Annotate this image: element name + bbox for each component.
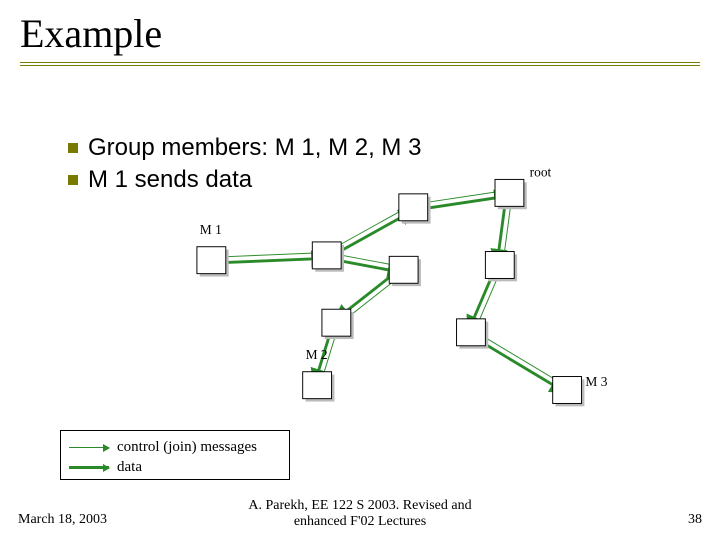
title-rule <box>20 65 700 66</box>
node-label-m3: M 3 <box>585 374 607 389</box>
slide: { "title": "Example", "bullets": [ "Grou… <box>0 0 720 540</box>
bullet-item: Group members: M 1, M 2, M 3 <box>88 134 421 166</box>
arrow-thin-icon <box>69 447 109 448</box>
node-label-root: root <box>530 165 552 180</box>
node-label-m2: M 2 <box>306 347 328 362</box>
title-rule <box>20 62 700 63</box>
legend-row-data: data <box>69 457 281 477</box>
arrow-thick-icon <box>69 466 109 469</box>
legend-label: control (join) messages <box>117 439 257 456</box>
page-number: 38 <box>688 512 702 528</box>
network-diagram: root M 1 M 2 M 3 <box>120 165 620 415</box>
legend-label: data <box>117 459 142 476</box>
legend-row-control: control (join) messages <box>69 437 281 457</box>
slide-title: Example <box>20 10 162 57</box>
legend: control (join) messages data <box>60 430 290 480</box>
node-label-m1: M 1 <box>200 222 222 237</box>
footer-center: A. Parekh, EE 122 S 2003. Revised andenh… <box>0 498 720 530</box>
